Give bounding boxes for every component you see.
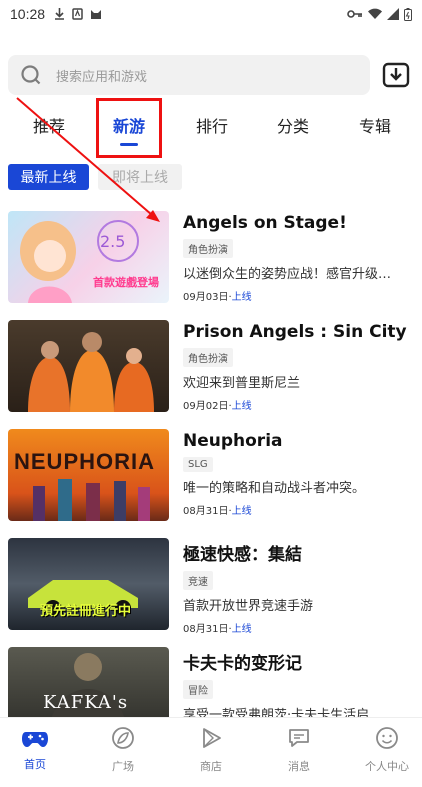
game-tag: 冒险	[183, 680, 213, 699]
release-status: 上线	[231, 292, 252, 303]
game-tag: 角色扮演	[183, 348, 233, 367]
svg-text:2.5: 2.5	[100, 232, 125, 251]
thumbnail-caption: 首款遊戲登場	[93, 276, 159, 289]
game-title: 卡夫卡的变形记	[183, 654, 302, 674]
nav-label: 消息	[288, 760, 310, 773]
vpn-key-icon	[347, 10, 362, 18]
game-title: Prison Angels : Sin City	[183, 322, 407, 342]
release-status: 上线	[231, 506, 252, 517]
characters-artwork	[33, 479, 150, 521]
battery-icon	[404, 7, 412, 21]
signal-icon	[387, 8, 399, 20]
status-bar: 10:28	[0, 0, 422, 28]
nav-label: 商店	[200, 760, 222, 773]
release-status: 上线	[231, 624, 252, 635]
nav-store[interactable]: 商店	[176, 726, 246, 774]
release-date: 09月03日	[183, 292, 229, 303]
nav-label: 首页	[24, 758, 46, 771]
prison-characters-artwork	[28, 332, 154, 412]
download-status-icon	[55, 8, 65, 20]
game-thumbnail: 預先註冊進行中	[8, 538, 169, 630]
tab-categories[interactable]: 分类	[277, 113, 309, 137]
game-thumbnail: KAFKA's	[8, 647, 169, 717]
nav-messages[interactable]: 消息	[264, 726, 334, 774]
game-meta: 08月31日·上线	[183, 624, 252, 635]
release-date: 08月31日	[183, 506, 229, 517]
download-manager-icon[interactable]	[380, 59, 412, 91]
nav-label: 个人中心	[365, 760, 409, 773]
bottom-navigation: 首页 广场 商店 消息 个人中心	[0, 717, 422, 787]
nav-profile[interactable]: 个人中心	[352, 726, 422, 774]
category-tabs: 推荐 新游 排行 分类 专辑	[0, 105, 422, 150]
nav-home[interactable]: 首页	[0, 726, 70, 772]
wifi-icon	[368, 8, 382, 19]
square-icon	[112, 727, 134, 749]
game-tag: 竞速	[183, 571, 213, 590]
release-status: 上线	[231, 401, 252, 412]
message-icon	[289, 729, 309, 747]
cat-status-icon	[91, 10, 102, 19]
app-status-icon	[72, 8, 83, 20]
subtab-upcoming[interactable]: 即将上线	[98, 164, 182, 190]
tab-ranking[interactable]: 排行	[196, 113, 228, 137]
game-description: 享受一款受弗朗茨·卡夫卡生活启…	[183, 708, 383, 717]
game-list-item[interactable]: 2.5 首款遊戲登場 Angels on Stage! 角色扮演 以迷倒众生的姿…	[8, 211, 414, 303]
thumbnail-caption: KAFKA's	[43, 692, 129, 713]
game-tag: SLG	[183, 457, 213, 472]
game-thumbnail: 2.5 首款遊戲登場	[8, 211, 169, 303]
game-description: 唯一的策略和自动战斗者冲突。	[183, 481, 366, 496]
release-date: 08月31日	[183, 624, 229, 635]
game-meta: 09月03日·上线	[183, 292, 252, 303]
game-title: Neuphoria	[183, 431, 283, 451]
game-tag: 角色扮演	[183, 239, 233, 258]
game-list-item[interactable]: Prison Angels : Sin City 角色扮演 欢迎来到普里斯尼兰 …	[8, 320, 414, 412]
search-placeholder: 搜索应用和游戏	[56, 69, 148, 85]
tab-recommend[interactable]: 推荐	[33, 113, 65, 137]
thumbnail-caption: 預先註冊進行中	[40, 604, 132, 619]
game-list-item[interactable]: NEUPHORIA Neuphoria SLG 唯一的策略和自动战斗者冲突。 0…	[8, 429, 414, 521]
search-bar[interactable]: 搜索应用和游戏	[8, 55, 370, 95]
gamepad-icon	[22, 732, 48, 747]
game-meta: 09月02日·上线	[183, 401, 252, 412]
nav-label: 广场	[112, 760, 134, 773]
game-description: 欢迎来到普里斯尼兰	[183, 376, 301, 391]
game-description: 以迷倒众生的姿势应战！感官升级…	[183, 267, 392, 282]
game-list-item[interactable]: KAFKA's 卡夫卡的变形记 冒险 享受一款受弗朗茨·卡夫卡生活启…	[8, 647, 414, 717]
subtab-latest[interactable]: 最新上线	[8, 164, 89, 190]
game-title: Angels on Stage!	[183, 213, 347, 233]
game-list-item[interactable]: 預先註冊進行中 極速快感：集結 竞速 首款开放世界竞速手游 08月31日·上线	[8, 538, 414, 635]
status-time: 10:28	[10, 6, 46, 22]
profile-icon	[376, 727, 398, 749]
game-thumbnail	[8, 320, 169, 412]
game-description: 首款开放世界竞速手游	[183, 599, 314, 614]
release-date: 09月02日	[183, 401, 229, 412]
game-meta: 08月31日·上线	[183, 506, 252, 517]
tab-albums[interactable]: 专辑	[359, 113, 391, 137]
store-icon	[203, 728, 221, 748]
game-title: 極速快感：集結	[183, 545, 302, 565]
nav-square[interactable]: 广场	[88, 726, 158, 774]
game-thumbnail: NEUPHORIA	[8, 429, 169, 521]
annotation-highlight-box	[96, 98, 162, 158]
search-icon	[21, 65, 41, 85]
